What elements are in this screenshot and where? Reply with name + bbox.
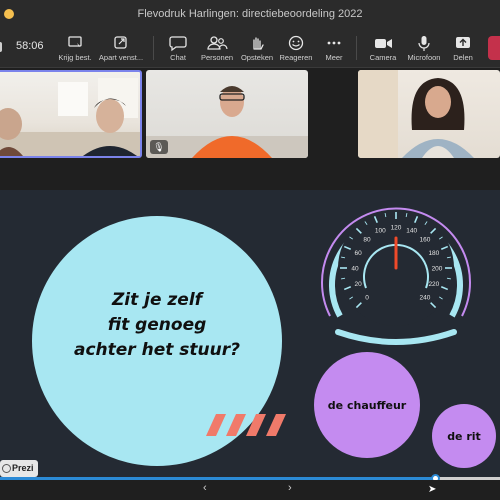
decorative-stripes — [206, 414, 286, 436]
meeting-timer: 58:06 — [16, 40, 44, 52]
gauge-tick-label: 40 — [351, 266, 359, 273]
gauge-tick-label: 180 — [428, 250, 439, 257]
more-button[interactable]: Meer — [320, 32, 348, 66]
video-strip: 🎙 — [0, 68, 500, 164]
gauge-tick-label: 140 — [406, 228, 417, 235]
title-bar: Flevodruk Harlingen: directiebeoordeling… — [0, 0, 500, 28]
pop-out-icon — [114, 36, 127, 49]
driver-label: de chauffeur — [327, 399, 407, 412]
raise-hand-icon — [253, 37, 264, 50]
camera-icon — [375, 39, 392, 48]
participant-video-feed — [146, 86, 308, 158]
trip-label: de rit — [447, 430, 481, 443]
gauge-tick-label: 20 — [355, 281, 363, 288]
gauge-tick-label: 160 — [420, 237, 431, 244]
mouse-cursor-icon: ➤ — [428, 484, 437, 495]
take-control-button[interactable]: Krijg best. — [58, 32, 92, 66]
gauge-tick-label: 0 — [365, 294, 369, 301]
react-button[interactable]: Reageren — [278, 32, 314, 66]
people-icon — [207, 36, 228, 50]
window-title: Flevodruk Harlingen: directiebeoordeling… — [137, 8, 363, 20]
share-button[interactable]: Delen — [448, 32, 478, 66]
take-control-icon — [68, 36, 82, 47]
share-icon — [456, 37, 470, 48]
microphone-button[interactable]: Microfoon — [404, 32, 444, 66]
gauge-tick-label: 80 — [363, 237, 371, 244]
gauge-tick-label: 200 — [432, 266, 443, 273]
more-icon — [327, 41, 341, 45]
toolbar-divider — [356, 36, 357, 60]
prezi-badge[interactable]: Prezi — [0, 460, 38, 477]
slide-question: Zit je zelf fit genoeg achter het stuur? — [74, 290, 240, 360]
microphone-icon — [418, 36, 430, 51]
camera-button[interactable]: Camera — [366, 32, 400, 66]
people-button[interactable]: Personen — [198, 32, 236, 66]
gauge-tick-label: 100 — [375, 228, 386, 235]
gauge-tick-label: 60 — [355, 250, 363, 257]
raise-hand-button[interactable]: Opsteken — [238, 32, 276, 66]
chat-button[interactable]: Chat — [163, 32, 193, 66]
shield-icon — [0, 42, 2, 52]
pop-out-button[interactable]: Apart venst... — [96, 32, 146, 66]
leave-meeting-button[interactable] — [488, 36, 500, 60]
meeting-toolbar: 58:06 Krijg best. Apart venst... Chat Pe… — [0, 28, 500, 68]
next-step-button[interactable]: › — [288, 482, 292, 494]
participant-video-feed — [0, 78, 140, 156]
speedometer-gauge: 020 40 6080 100 120 140160 180 200 220 240 — [321, 207, 471, 345]
teams-meeting-window: Flevodruk Harlingen: directiebeoordeling… — [0, 0, 500, 500]
react-icon — [288, 35, 304, 51]
shared-presentation-stage[interactable]: Zit je zelf fit genoeg achter het stuur?… — [0, 190, 500, 480]
gauge-tick-label: 120 — [391, 225, 402, 232]
toolbar-divider — [153, 36, 154, 60]
participant-video-tile[interactable] — [0, 70, 142, 158]
participant-video-tile[interactable] — [358, 70, 500, 158]
previous-step-button[interactable]: ‹ — [203, 482, 207, 494]
gauge-tick-label: 220 — [428, 281, 439, 288]
minimize-window-button[interactable] — [4, 9, 14, 19]
chat-icon — [169, 36, 187, 52]
presentation-nav: ‹ › — [0, 480, 500, 500]
prezi-logo-icon — [2, 464, 11, 473]
participant-video-feed — [358, 70, 474, 158]
gauge-tick-label: 240 — [420, 294, 431, 301]
muted-microphone-icon: 🎙 — [150, 140, 168, 154]
participant-video-tile[interactable]: 🎙 — [146, 70, 308, 158]
